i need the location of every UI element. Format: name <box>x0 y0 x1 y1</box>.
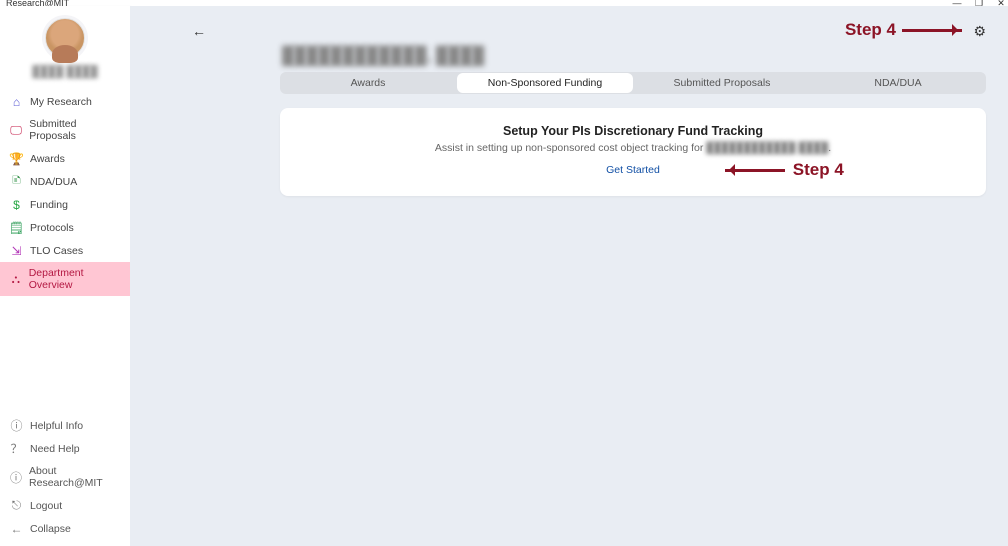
sidebar-item-funding[interactable]: $ Funding <box>0 193 130 216</box>
sidebar-item-awards[interactable]: 🏆 Awards <box>0 147 130 170</box>
sidebar-item-label: My Research <box>30 96 92 108</box>
user-name: ████ ████ <box>0 66 130 78</box>
footer-item-collapse[interactable]: ← Collapse <box>0 517 130 540</box>
footer-item-need-help[interactable]: ？ Need Help <box>0 437 130 460</box>
avatar[interactable] <box>45 18 85 58</box>
department-overview-icon: ⛬ <box>10 273 22 286</box>
sidebar-item-label: Department Overview <box>29 267 120 291</box>
primary-nav: ⌂ My Research 🖵 Submitted Proposals 🏆 Awards 🗈… <box>0 90 130 296</box>
profile-section: ████ ████ <box>0 6 130 84</box>
panel-subtitle: Assist in setting up non-sponsored cost … <box>300 142 966 154</box>
sidebar-item-label: Awards <box>30 153 65 165</box>
get-started-link[interactable]: Get Started <box>606 164 660 176</box>
need-help-icon: ？ <box>10 442 23 455</box>
helpful-info-icon: ⓘ <box>10 419 23 432</box>
sidebar-item-label: Funding <box>30 199 68 211</box>
tab-submitted-proposals[interactable]: Submitted Proposals <box>634 72 810 94</box>
topbar: ← Step 4 ⚙ <box>130 6 1008 46</box>
annotation-label: Step 4 <box>845 20 896 40</box>
sidebar-item-label: TLO Cases <box>30 245 83 257</box>
footer-item-label: About Research@MIT <box>29 465 120 489</box>
tabs: AwardsNon-Sponsored FundingSubmitted Pro… <box>280 72 986 94</box>
sidebar-item-tlo-cases[interactable]: ⇲ TLO Cases <box>0 239 130 262</box>
protocols-icon: 🗒 <box>10 221 23 234</box>
arrow-right-icon <box>902 29 962 32</box>
footer-item-about[interactable]: ⓘ About Research@MIT <box>0 460 130 494</box>
sidebar-item-home[interactable]: ⌂ My Research <box>0 90 130 113</box>
settings-button[interactable]: ⚙ <box>973 23 986 40</box>
footer-item-helpful-info[interactable]: ⓘ Helpful Info <box>0 414 130 437</box>
gear-icon: ⚙ <box>973 23 986 39</box>
awards-icon: 🏆 <box>10 152 23 165</box>
sidebar-item-department-overview[interactable]: ⛬ Department Overview <box>0 262 130 296</box>
annotation-step4-top: Step 4 <box>845 20 962 40</box>
nda-dua-icon: 🗈 <box>10 175 23 188</box>
sidebar-item-nda-dua[interactable]: 🗈 NDA/DUA <box>0 170 130 193</box>
tab-nda-dua[interactable]: NDA/DUA <box>810 72 986 94</box>
tab-non-sponsored-funding[interactable]: Non-Sponsored Funding <box>457 73 633 93</box>
sidebar-item-label: NDA/DUA <box>30 176 77 188</box>
home-icon: ⌂ <box>10 95 23 108</box>
tlo-cases-icon: ⇲ <box>10 244 23 257</box>
about-icon: ⓘ <box>10 471 22 484</box>
sidebar-item-protocols[interactable]: 🗒 Protocols <box>0 216 130 239</box>
collapse-icon: ← <box>10 522 23 535</box>
logout-icon: ⎋ <box>10 499 23 512</box>
setup-panel: Setup Your PIs Discretionary Fund Tracki… <box>280 108 986 196</box>
tab-awards[interactable]: Awards <box>280 72 456 94</box>
funding-icon: $ <box>10 198 23 211</box>
footer-item-label: Collapse <box>30 523 71 535</box>
footer-item-logout[interactable]: ⎋ Logout <box>0 494 130 517</box>
sidebar: ████ ████ ⌂ My Research 🖵 Submitted Proposa… <box>0 6 131 546</box>
footer-nav: ⓘ Helpful Info ？ Need Help ⓘ About Research@M… <box>0 414 130 540</box>
panel-title: Setup Your PIs Discretionary Fund Tracki… <box>300 124 966 138</box>
footer-item-label: Need Help <box>30 443 80 455</box>
page-title: ████████████, ████ <box>280 46 986 66</box>
submitted-proposals-icon: 🖵 <box>10 124 22 137</box>
main-area: ← Step 4 ⚙ ████████████, ████ AwardsNon-… <box>130 6 1008 546</box>
sidebar-item-submitted-proposals[interactable]: 🖵 Submitted Proposals <box>0 113 130 147</box>
back-button[interactable]: ← <box>192 23 206 39</box>
sidebar-item-label: Protocols <box>30 222 74 234</box>
sidebar-item-label: Submitted Proposals <box>29 118 120 142</box>
footer-item-label: Logout <box>30 500 62 512</box>
content: ████████████, ████ AwardsNon-Sponsored F… <box>280 46 986 196</box>
footer-item-label: Helpful Info <box>30 420 83 432</box>
